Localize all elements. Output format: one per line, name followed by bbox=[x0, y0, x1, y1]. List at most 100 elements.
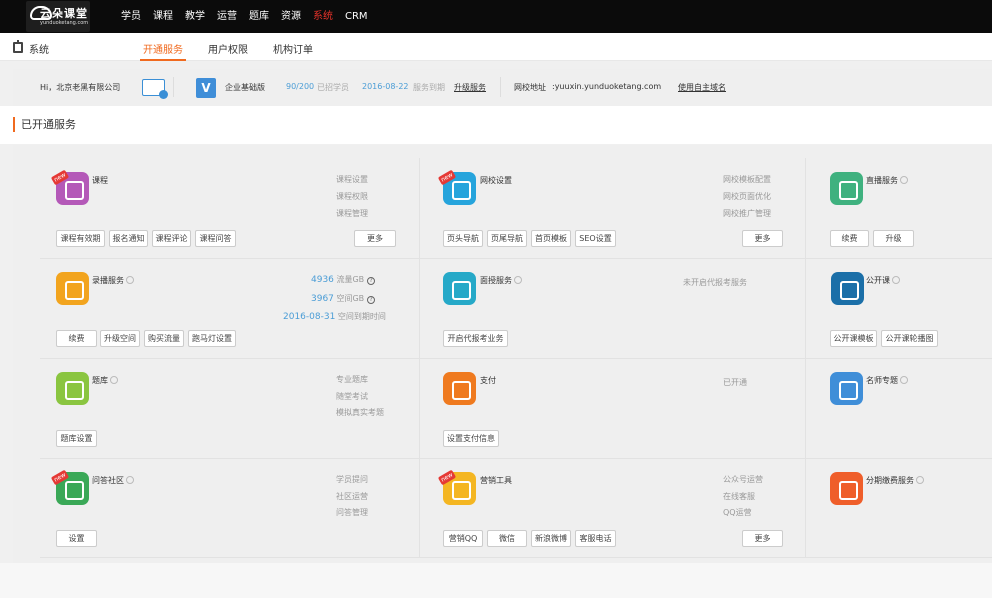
header-nav-button[interactable]: 页头导航 bbox=[443, 230, 483, 247]
verified-card-icon bbox=[142, 79, 168, 99]
disabled-icon bbox=[900, 176, 908, 184]
service-title-question-bank: 题库 bbox=[92, 375, 118, 386]
top-navigation-bar: 云朵课堂 yunduoketang.com 学员 课程 教学 运营 题库 资源 … bbox=[0, 0, 992, 33]
payment-status: 已开通 bbox=[723, 378, 747, 387]
course-comments-button[interactable]: 课程评论 bbox=[152, 230, 191, 247]
weibo-button[interactable]: 新浪微博 bbox=[531, 530, 571, 547]
payment-settings-button[interactable]: 设置支付信息 bbox=[443, 430, 499, 447]
expiry-label: 服务到期 bbox=[413, 83, 445, 92]
record-renew-button[interactable]: 续费 bbox=[56, 330, 97, 347]
traffic-stat: 4936 流量GB? bbox=[311, 274, 376, 285]
promotion-management-link[interactable]: 网校推广管理 bbox=[723, 208, 771, 219]
tab-user-permissions[interactable]: 用户权限 bbox=[208, 41, 248, 56]
section-title: 已开通服务 bbox=[13, 117, 76, 132]
grid-divider bbox=[40, 458, 992, 459]
official-account-link[interactable]: 公众号运营 bbox=[723, 474, 763, 485]
nav-crm[interactable]: CRM bbox=[345, 0, 368, 33]
service-phone-button[interactable]: 客服电话 bbox=[575, 530, 616, 547]
tab-open-services[interactable]: 开通服务 bbox=[143, 41, 183, 56]
nav-teaching[interactable]: 教学 bbox=[185, 0, 205, 33]
course-management-link[interactable]: 课程管理 bbox=[336, 208, 368, 219]
marketing-more-button[interactable]: 更多 bbox=[742, 530, 783, 547]
section-header-strip bbox=[0, 106, 992, 144]
nav-courses[interactable]: 课程 bbox=[153, 0, 173, 33]
greeting: Hi，北京老黑有限公司 bbox=[40, 83, 121, 92]
enable-exam-signup-button[interactable]: 开启代报考业务 bbox=[443, 330, 508, 347]
disabled-icon bbox=[900, 376, 908, 384]
mock-exam-link[interactable]: 模拟真实考题 bbox=[336, 407, 384, 418]
signup-notice-button[interactable]: 报名通知 bbox=[109, 230, 148, 247]
homepage-template-button[interactable]: 首页模板 bbox=[531, 230, 571, 247]
plan-badge-icon: V bbox=[196, 78, 216, 98]
service-title-open-class: 公开课 bbox=[866, 275, 900, 286]
student-questions-link[interactable]: 学员提问 bbox=[336, 474, 368, 485]
service-title-payment: 支付 bbox=[480, 376, 496, 385]
live-renew-button[interactable]: 续费 bbox=[830, 230, 869, 247]
course-more-button[interactable]: 更多 bbox=[354, 230, 396, 247]
disabled-icon bbox=[110, 376, 118, 384]
qa-management-link[interactable]: 问答管理 bbox=[336, 507, 368, 518]
page-optimization-link[interactable]: 网校页面优化 bbox=[723, 191, 771, 202]
school-more-button[interactable]: 更多 bbox=[742, 230, 783, 247]
online-service-link[interactable]: 在线客服 bbox=[723, 491, 755, 502]
service-title-live: 直播服务 bbox=[866, 175, 908, 186]
footer-nav-button[interactable]: 页尾导航 bbox=[487, 230, 527, 247]
expiry-date: 2016-08-22 bbox=[362, 82, 409, 91]
divider bbox=[500, 77, 501, 97]
disabled-icon bbox=[892, 276, 900, 284]
disabled-icon bbox=[126, 476, 134, 484]
active-tab-indicator bbox=[140, 59, 186, 61]
grid-divider bbox=[40, 258, 992, 259]
nav-system[interactable]: 系统 bbox=[313, 0, 333, 33]
buy-traffic-button[interactable]: 购买流量 bbox=[144, 330, 184, 347]
wechat-button[interactable]: 微信 bbox=[487, 530, 527, 547]
live-cloud-icon bbox=[830, 172, 863, 205]
teacher-icon bbox=[830, 372, 863, 405]
course-permissions-link[interactable]: 课程权限 bbox=[336, 191, 368, 202]
subject-bank-link[interactable]: 专业题库 bbox=[336, 374, 368, 385]
quiz-link[interactable]: 随堂考试 bbox=[336, 391, 368, 402]
qa-settings-button[interactable]: 设置 bbox=[56, 530, 97, 547]
service-title-school: 网校设置 bbox=[480, 176, 512, 185]
divider bbox=[173, 77, 174, 97]
open-class-carousel-button[interactable]: 公开课轮播图 bbox=[881, 330, 938, 347]
clipboard-icon bbox=[13, 40, 23, 53]
help-icon[interactable]: ? bbox=[367, 296, 376, 304]
exam-signup-status: 未开启代报考服务 bbox=[683, 278, 747, 287]
course-qa-button[interactable]: 课程问答 bbox=[195, 230, 236, 247]
community-ops-link[interactable]: 社区运营 bbox=[336, 491, 368, 502]
open-class-template-button[interactable]: 公开课模板 bbox=[830, 330, 877, 347]
student-count: 90/200 bbox=[286, 82, 315, 91]
course-validity-button[interactable]: 课程有效期 bbox=[56, 230, 105, 247]
upgrade-service-link[interactable]: 升级服务 bbox=[454, 82, 486, 93]
storage-expiry-stat: 2016-08-31 空间到期时间 bbox=[283, 312, 386, 322]
question-bank-settings-button[interactable]: 题库设置 bbox=[56, 430, 97, 447]
seo-settings-button[interactable]: SEO设置 bbox=[575, 230, 616, 247]
template-config-link[interactable]: 网校模板配置 bbox=[723, 174, 771, 185]
nav-students[interactable]: 学员 bbox=[121, 0, 141, 33]
help-icon[interactable]: ? bbox=[367, 277, 376, 285]
nav-question-bank[interactable]: 题库 bbox=[249, 0, 269, 33]
custom-domain-link[interactable]: 使用自主域名 bbox=[678, 82, 726, 93]
nav-resources[interactable]: 资源 bbox=[281, 0, 301, 33]
qq-ops-link[interactable]: QQ运营 bbox=[723, 507, 752, 518]
plan-name: 企业基础版 bbox=[225, 83, 265, 92]
course-settings-link[interactable]: 课程设置 bbox=[336, 174, 368, 185]
nav-operations[interactable]: 运营 bbox=[217, 0, 237, 33]
sub-navigation-bar: 系统 开通服务 用户权限 机构订单 bbox=[0, 33, 992, 61]
disabled-icon bbox=[514, 276, 522, 284]
tab-org-orders[interactable]: 机构订单 bbox=[273, 41, 313, 56]
section-label: 系统 bbox=[29, 45, 49, 56]
service-title-record: 录播服务 bbox=[92, 275, 134, 286]
book-icon bbox=[831, 272, 864, 305]
marquee-settings-button[interactable]: 跑马灯设置 bbox=[188, 330, 236, 347]
brand-logo[interactable]: 云朵课堂 yunduoketang.com bbox=[26, 1, 90, 32]
service-title-teacher: 名师专题 bbox=[866, 375, 908, 386]
credit-card-icon bbox=[830, 472, 863, 505]
upgrade-storage-button[interactable]: 升级空间 bbox=[100, 330, 140, 347]
service-title-exam-signup: 面授服务 bbox=[480, 275, 522, 286]
service-title-qa: 问答社区 bbox=[92, 475, 134, 486]
disabled-icon bbox=[126, 276, 134, 284]
marketing-qq-button[interactable]: 营销QQ bbox=[443, 530, 483, 547]
live-upgrade-button[interactable]: 升级 bbox=[873, 230, 914, 247]
